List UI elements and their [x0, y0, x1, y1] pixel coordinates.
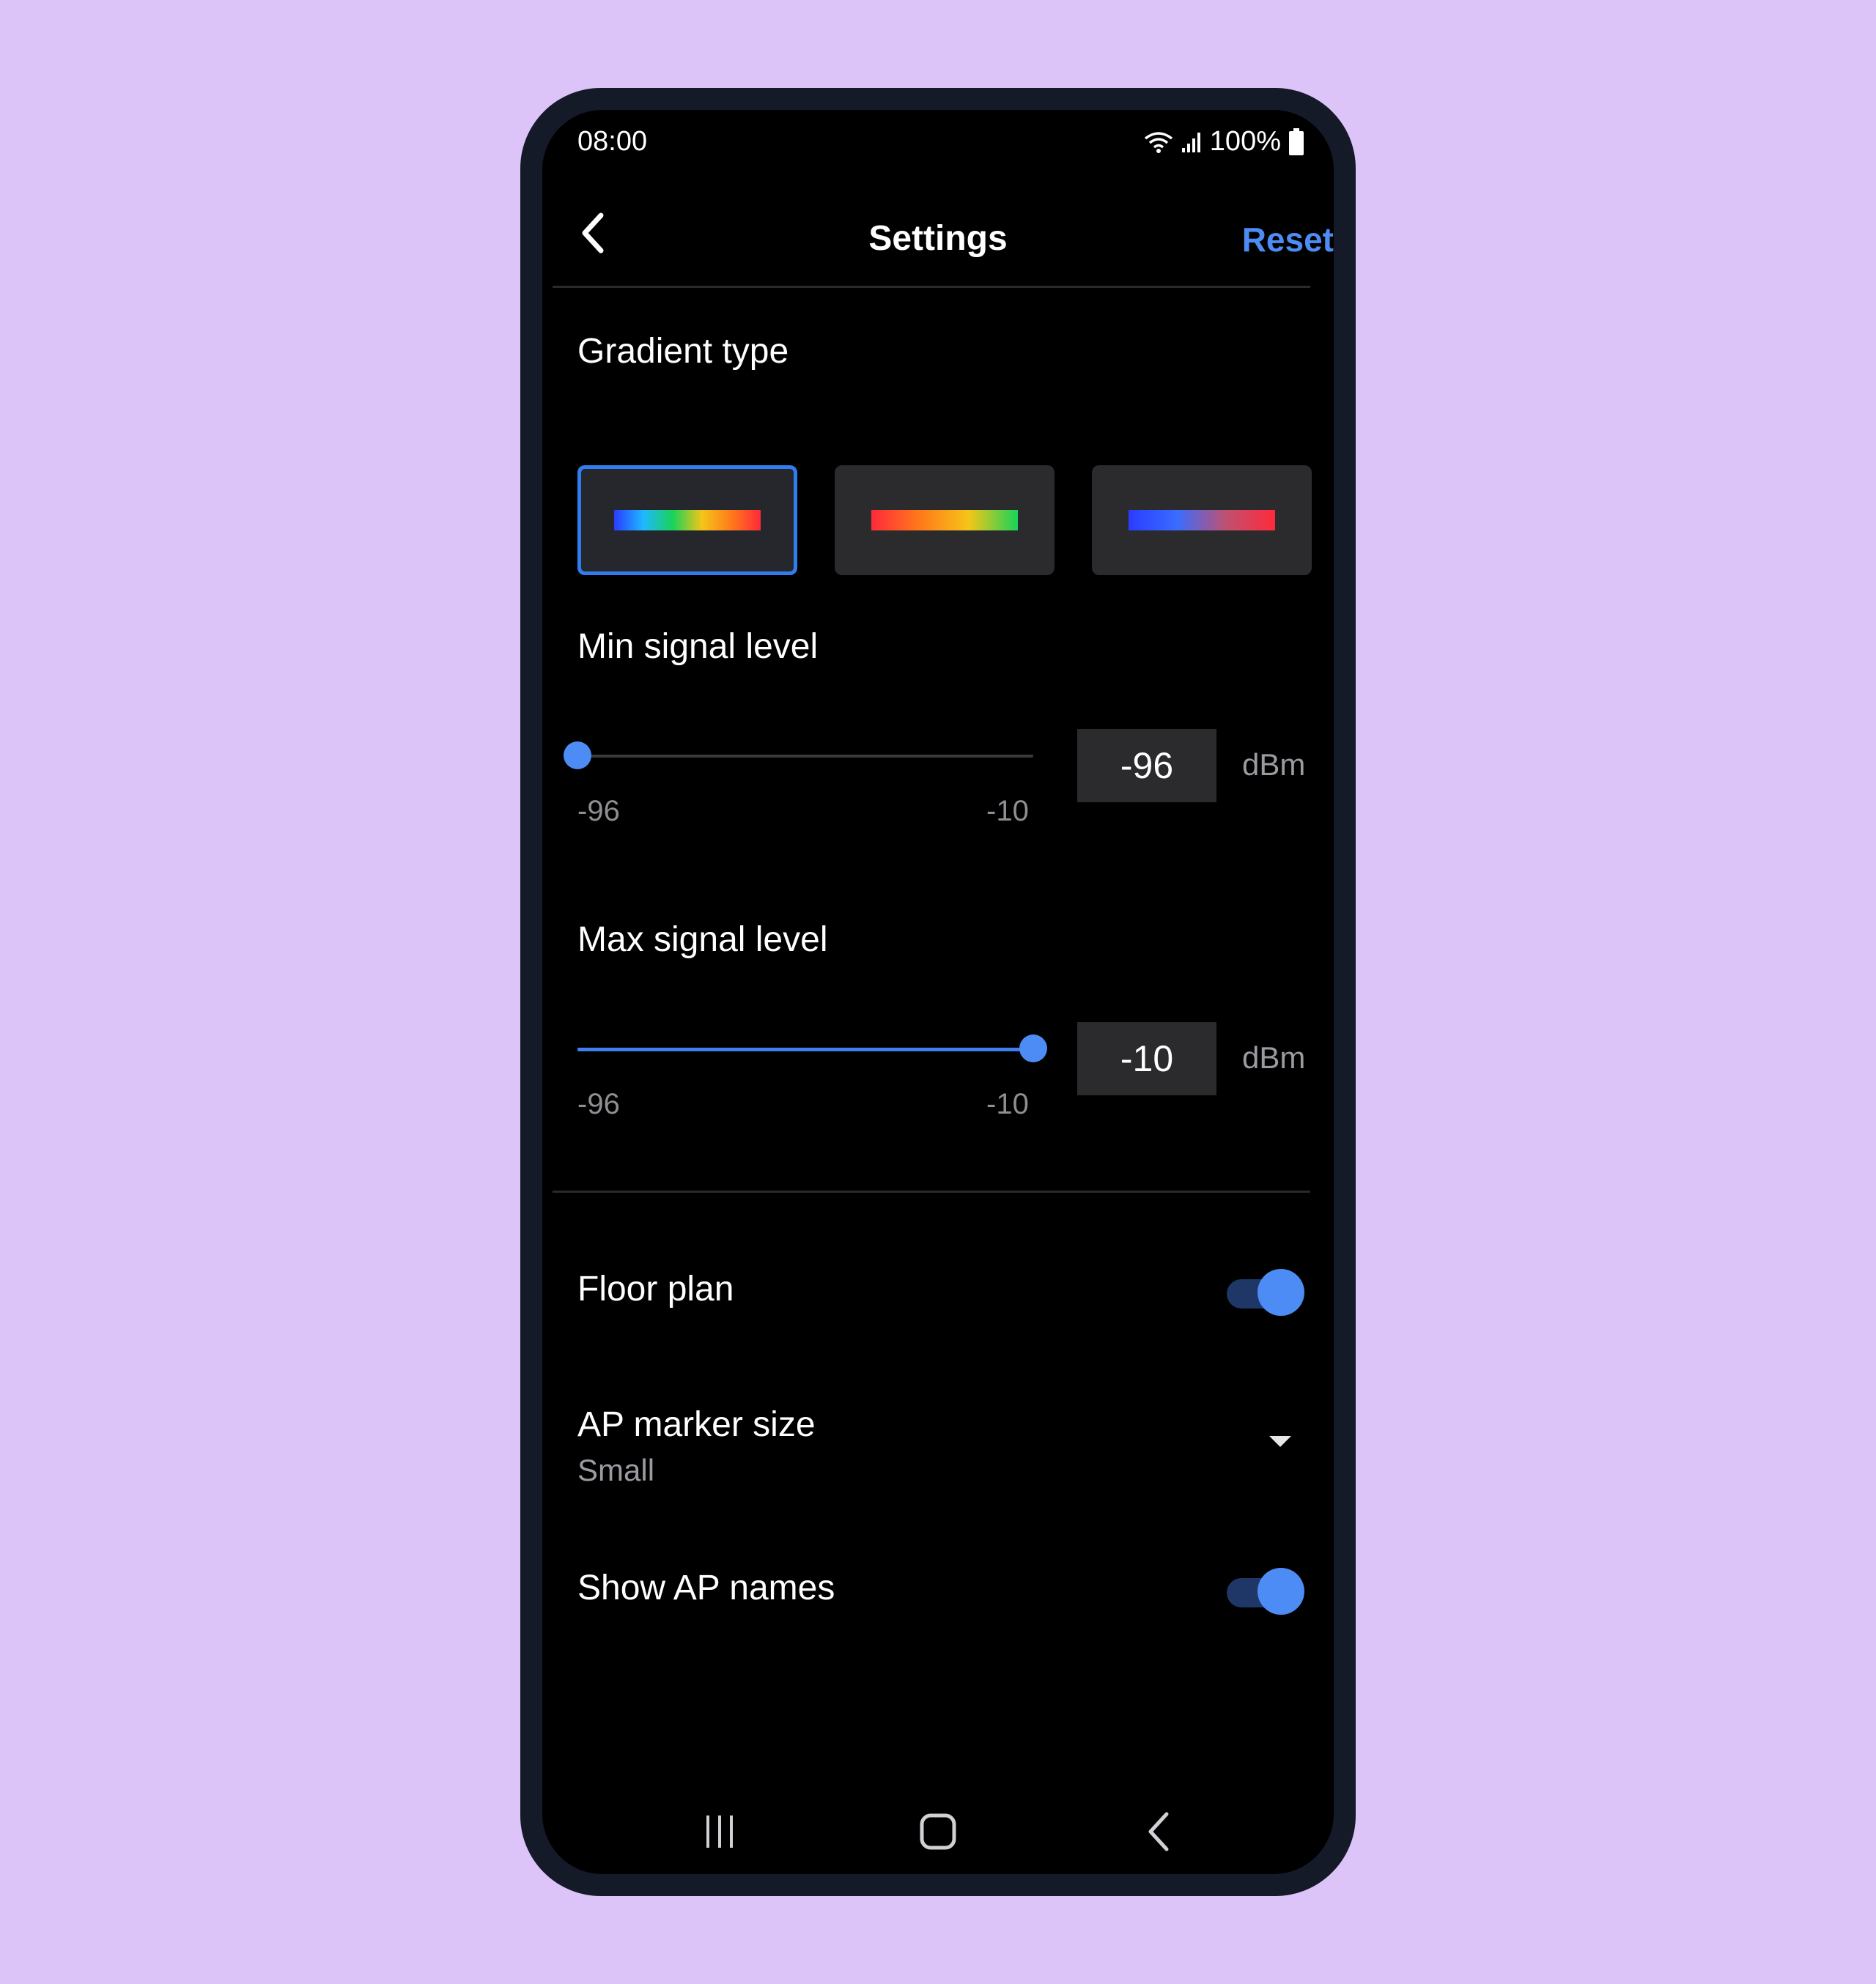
- toggle-knob: [1258, 1269, 1304, 1316]
- min-signal-label: Min signal level: [577, 627, 819, 666]
- section-divider: [553, 1191, 1310, 1193]
- gradient-option-blue-to-red[interactable]: [1092, 465, 1312, 575]
- dropdown-arrow-icon[interactable]: [1268, 1435, 1293, 1449]
- status-time: 08:00: [577, 126, 648, 157]
- wifi-icon: [1144, 131, 1172, 153]
- battery-icon: [1289, 127, 1304, 155]
- home-button[interactable]: [901, 1795, 975, 1868]
- max-slider-range-min: -96: [577, 1088, 620, 1120]
- reset-button[interactable]: Reset: [1242, 220, 1334, 259]
- slider-thumb[interactable]: [1019, 1034, 1047, 1062]
- min-signal-input[interactable]: -96: [1077, 729, 1216, 802]
- battery-percent: 100%: [1209, 126, 1281, 157]
- floor-plan-toggle[interactable]: [1224, 1269, 1304, 1316]
- floor-plan-label: Floor plan: [577, 1270, 734, 1309]
- gradient-option-spectrum[interactable]: [577, 465, 797, 575]
- phone-screen: 08:00 100% Settings Reset Gradient type …: [542, 110, 1334, 1874]
- min-signal-unit: dBm: [1242, 747, 1306, 782]
- min-slider-range-min: -96: [577, 795, 620, 827]
- slider-thumb[interactable]: [564, 741, 591, 769]
- min-signal-slider[interactable]: [564, 741, 1033, 771]
- nav-back-button[interactable]: [1123, 1795, 1196, 1868]
- toggle-knob: [1258, 1568, 1304, 1615]
- status-indicators: 100%: [1144, 126, 1304, 158]
- slider-track: [577, 755, 1033, 758]
- ap-marker-size-value[interactable]: Small: [577, 1453, 654, 1488]
- back-arrow-icon: [1148, 1812, 1169, 1851]
- gradient-option-warm-to-green[interactable]: [835, 465, 1055, 575]
- show-ap-names-label: Show AP names: [577, 1569, 835, 1607]
- gradient-type-label: Gradient type: [577, 332, 789, 371]
- min-slider-range-max: -10: [986, 795, 1029, 827]
- gradient-swatch: [1129, 510, 1275, 530]
- phone-frame: 08:00 100% Settings Reset Gradient type …: [520, 88, 1356, 1896]
- gradient-swatch: [871, 510, 1018, 530]
- signal-icon: [1181, 132, 1200, 152]
- header-divider: [553, 286, 1310, 288]
- max-signal-input[interactable]: -10: [1077, 1022, 1216, 1095]
- gradient-swatch: [614, 510, 761, 530]
- ap-marker-size-label[interactable]: AP marker size: [577, 1404, 816, 1445]
- recent-apps-icon: [706, 1815, 733, 1848]
- max-signal-unit: dBm: [1242, 1040, 1306, 1075]
- page-title: Settings: [868, 219, 1008, 258]
- home-icon: [920, 1813, 956, 1850]
- slider-fill: [577, 1048, 1033, 1051]
- recent-apps-button[interactable]: [683, 1795, 756, 1868]
- max-signal-slider[interactable]: [577, 1034, 1047, 1064]
- show-ap-names-toggle[interactable]: [1224, 1568, 1304, 1615]
- max-slider-range-max: -10: [986, 1088, 1029, 1120]
- max-signal-label: Max signal level: [577, 920, 828, 959]
